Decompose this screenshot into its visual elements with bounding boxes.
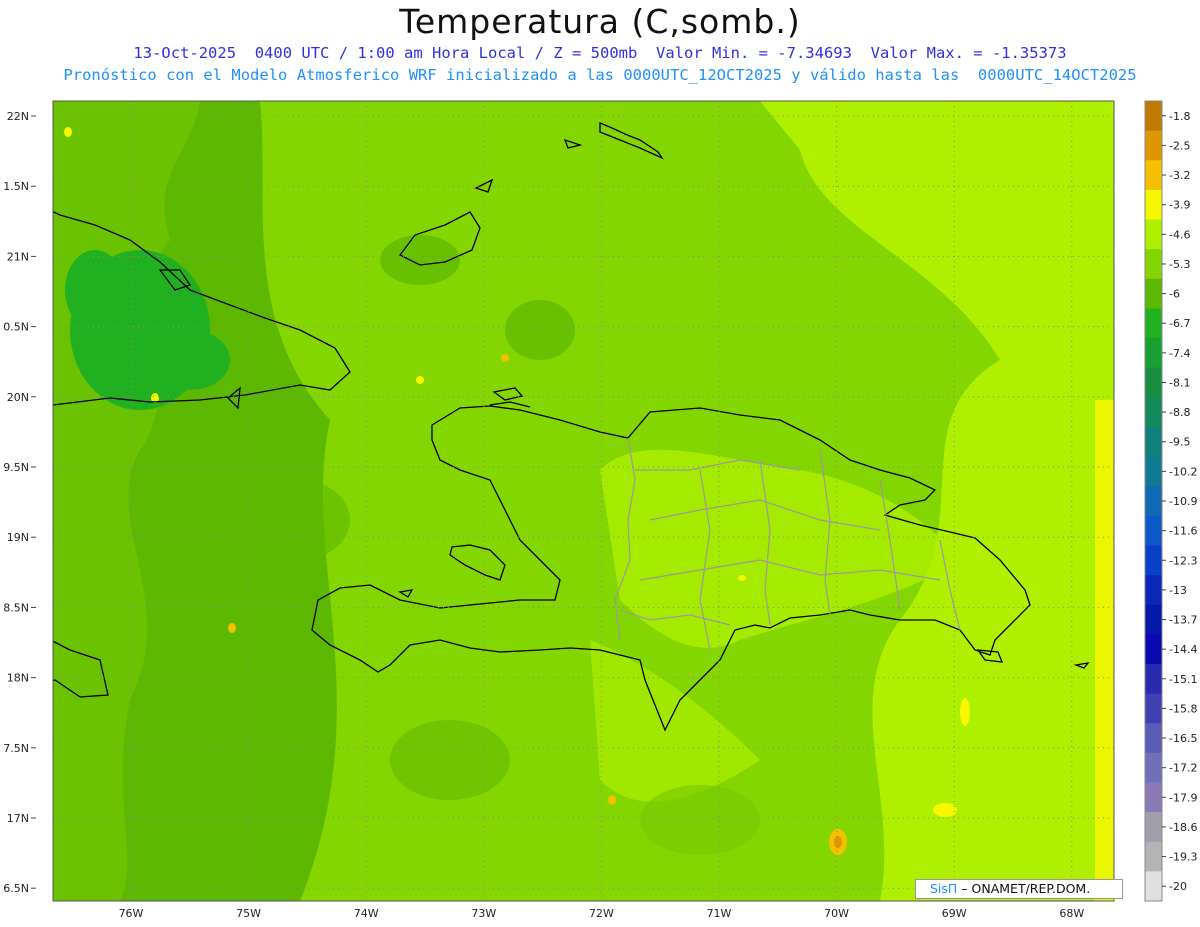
- colorbar-label: -3.2: [1169, 169, 1190, 182]
- colorbar-swatch: [1145, 545, 1162, 576]
- credit-brand: SisΠ: [930, 881, 958, 896]
- colorbar-label: -8.1: [1169, 376, 1190, 389]
- lat-label: 19N: [7, 531, 29, 544]
- colorbar-swatch: [1145, 515, 1162, 546]
- colorbar-swatch: [1145, 338, 1162, 369]
- colorbar-label: -20: [1169, 880, 1187, 893]
- lat-label: 0.5N: [3, 321, 29, 334]
- colorbar-label: -19.3: [1169, 851, 1197, 864]
- colorbar-label: -6.7: [1169, 317, 1190, 330]
- temperature-field: [53, 101, 1114, 901]
- colorbar-label: -7.4: [1169, 347, 1190, 360]
- colorbar-label: -1.8: [1169, 110, 1190, 123]
- colorbar-label: -2.5: [1169, 139, 1190, 152]
- colorbar-swatch: [1145, 752, 1162, 783]
- colorbar-label: -9.5: [1169, 436, 1190, 449]
- colorbar-swatch: [1145, 486, 1162, 517]
- colorbar-label: -4.6: [1169, 228, 1190, 241]
- colorbar-label: -11.6: [1169, 525, 1197, 538]
- colorbar-swatch: [1145, 782, 1162, 813]
- colorbar-label: -15.8: [1169, 702, 1197, 715]
- colorbar-label: -3.9: [1169, 199, 1190, 212]
- colorbar-swatch: [1145, 130, 1162, 161]
- map-figure: 22N 1.5N 21N 0.5N 20N 9.5N 19N 8.5N 18N 7.5N 17N 6.…: [3, 100, 1197, 920]
- colorbar-label: -16.5: [1169, 732, 1197, 745]
- colorbar-swatch: [1145, 604, 1162, 635]
- lon-label: 72W: [589, 907, 614, 920]
- lat-label: 18N: [7, 672, 29, 685]
- colorbar-swatch: [1145, 160, 1162, 191]
- lon-label: 76W: [119, 907, 144, 920]
- colorbar-swatch: [1145, 456, 1162, 487]
- lon-label: 68W: [1059, 907, 1084, 920]
- colorbar-label: -17.9: [1169, 791, 1197, 804]
- colorbar-label: -13.7: [1169, 614, 1197, 627]
- colorbar-label: -14.4: [1169, 643, 1197, 656]
- colorbar-label: -10.2: [1169, 465, 1197, 478]
- colorbar: -1.8 -2.5 -3.2 -3.9 -4.6 -5.3 -6 -6.7 -7.4 -8.1 -8…: [1144, 100, 1197, 902]
- lat-label: 21N: [7, 250, 29, 263]
- lat-label: 20N: [7, 391, 29, 404]
- lon-label: 73W: [471, 907, 496, 920]
- lon-label: 69W: [942, 907, 967, 920]
- colorbar-swatch: [1145, 249, 1162, 280]
- lat-label: 17N: [7, 812, 29, 825]
- colorbar-swatch: [1145, 278, 1162, 309]
- colorbar-swatch: [1145, 426, 1162, 458]
- colorbar-swatch: [1145, 219, 1162, 250]
- latitude-labels: 22N 1.5N 21N 0.5N 20N 9.5N 19N 8.5N 18N 7.5N 17N 6.…: [3, 110, 36, 895]
- longitude-labels: 76W 75W 74W 73W 72W 71W 70W 69W 68W: [119, 907, 1085, 920]
- lat-label: 6.5N: [3, 882, 29, 895]
- colorbar-swatch: [1145, 367, 1162, 398]
- colorbar-label: -5.3: [1169, 258, 1190, 271]
- lat-label: 9.5N: [3, 461, 29, 474]
- colorbar-swatch: [1145, 634, 1162, 665]
- colorbar-swatch: [1145, 663, 1162, 695]
- lat-label: 22N: [7, 110, 29, 123]
- colorbar-swatch: [1145, 812, 1162, 843]
- lon-label: 75W: [236, 907, 261, 920]
- credit-text: – ONAMET/REP.DOM.: [957, 881, 1091, 896]
- colorbar-label: -6: [1169, 288, 1180, 301]
- lat-label: 7.5N: [3, 742, 29, 755]
- colorbar-swatch: [1145, 871, 1162, 902]
- colorbar-label: -8.8: [1169, 406, 1190, 419]
- colorbar-swatch: [1145, 308, 1162, 339]
- colorbar-swatch: [1145, 723, 1162, 754]
- lat-label: 8.5N: [3, 601, 29, 614]
- colorbar-swatch: [1145, 693, 1162, 724]
- lon-label: 74W: [354, 907, 379, 920]
- colorbar-label: -10.9: [1169, 495, 1197, 508]
- colorbar-label: -17.2: [1169, 762, 1197, 775]
- lon-label: 71W: [707, 907, 732, 920]
- colorbar-swatch: [1145, 189, 1162, 221]
- colorbar-swatch: [1145, 841, 1162, 872]
- colorbar-swatch: [1145, 575, 1162, 606]
- colorbar-swatch: [1145, 101, 1162, 132]
- colorbar-label: -18.6: [1169, 821, 1197, 834]
- lat-label: 1.5N: [3, 180, 29, 193]
- colorbar-swatch: [1145, 397, 1162, 428]
- credit-box: SisΠ – ONAMET/REP.DOM.: [915, 879, 1123, 899]
- lon-label: 70W: [824, 907, 849, 920]
- colorbar-label: -12.3: [1169, 554, 1197, 567]
- colorbar-label: -15.1: [1169, 673, 1197, 686]
- colorbar-label: -13: [1169, 584, 1187, 597]
